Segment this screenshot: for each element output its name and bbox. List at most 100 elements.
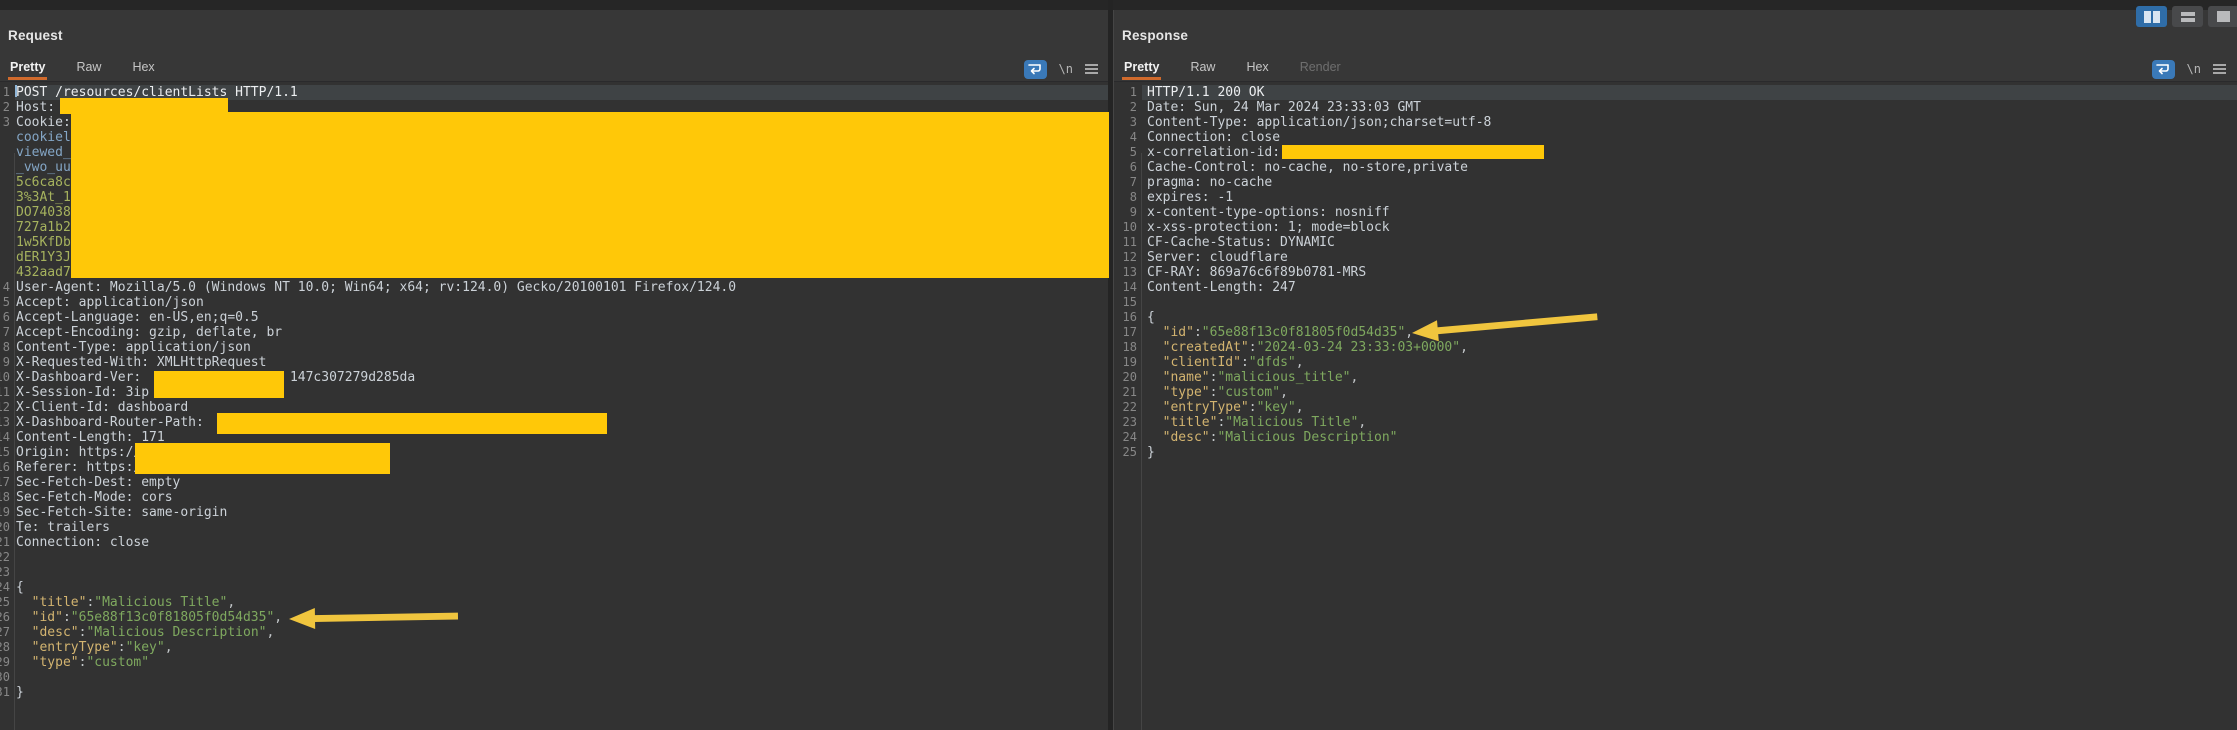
line-number: 24 bbox=[1114, 430, 1137, 445]
line-number: 30 bbox=[0, 670, 10, 685]
dashboard-ver-session-id-redaction bbox=[154, 371, 284, 398]
tab-raw[interactable]: Raw bbox=[1188, 60, 1217, 80]
code-line: 3Content-Type: application/json;charset=… bbox=[1114, 115, 2237, 130]
code-line: 7pragma: no-cache bbox=[1114, 175, 2237, 190]
burp-message-viewer: Request PrettyRawHex \n 1POST /resources… bbox=[0, 0, 2237, 730]
line-number: 1 bbox=[1114, 85, 1137, 100]
line-number: 25 bbox=[0, 595, 10, 610]
code-line: 25} bbox=[1114, 445, 2237, 460]
code-line: 26 "id":"65e88f13c0f81805f0d54d35", bbox=[0, 610, 1110, 625]
split-columns-button[interactable] bbox=[2136, 6, 2167, 27]
code-line: 11CF-Cache-Status: DYNAMIC bbox=[1114, 235, 2237, 250]
line-number: 13 bbox=[0, 415, 10, 430]
line-number: 5 bbox=[0, 295, 10, 310]
code-line: 13CF-RAY: 869a76c6f89b0781-MRS bbox=[1114, 265, 2237, 280]
code-line: 23 bbox=[0, 565, 1110, 580]
word-wrap-icon[interactable] bbox=[2152, 60, 2175, 79]
response-panel: Response Pretty Raw Hex Render \n 1HTTP/1.1… bbox=[1113, 10, 2237, 730]
line-number: 18 bbox=[1114, 340, 1137, 355]
code-line: 17 "id":"65e88f13c0f81805f0d54d35", bbox=[1114, 325, 2237, 340]
line-number: 13 bbox=[1114, 265, 1137, 280]
line-number: 8 bbox=[1114, 190, 1137, 205]
code-line: 16{ bbox=[1114, 310, 2237, 325]
line-number: 18 bbox=[0, 490, 10, 505]
correlation-id-redaction bbox=[1282, 145, 1544, 159]
code-line: 21Connection: close bbox=[0, 535, 1110, 550]
request-editor-icons: \n bbox=[1024, 58, 1098, 80]
line-number: 6 bbox=[0, 310, 10, 325]
code-line: 29 "type":"custom" bbox=[0, 655, 1110, 670]
line-number: 10 bbox=[0, 370, 10, 385]
response-tab-bar: Pretty Raw Hex Render bbox=[1122, 56, 1343, 80]
line-number: 9 bbox=[0, 355, 10, 370]
code-line: 9x-content-type-options: nosniff bbox=[1114, 205, 2237, 220]
line-number: 15 bbox=[0, 445, 10, 460]
code-line: 14Content-Length: 247 bbox=[1114, 280, 2237, 295]
code-line: 30 bbox=[0, 670, 1110, 685]
tab-hex[interactable]: Hex bbox=[1244, 60, 1270, 80]
word-wrap-icon[interactable] bbox=[1024, 60, 1047, 79]
line-number: 24 bbox=[0, 580, 10, 595]
single-pane-button[interactable] bbox=[2208, 6, 2237, 27]
response-panel-title: Response bbox=[1122, 28, 1188, 43]
line-number: 2 bbox=[0, 100, 10, 115]
code-line: 19Sec-Fetch-Site: same-origin bbox=[0, 505, 1110, 520]
code-line: 27 "desc":"Malicious Description", bbox=[0, 625, 1110, 640]
line-number: 5 bbox=[1114, 145, 1137, 160]
code-line: 24 "desc":"Malicious Description" bbox=[1114, 430, 2237, 445]
code-line: 6Accept-Language: en-US,en;q=0.5 bbox=[0, 310, 1110, 325]
line-number: 31 bbox=[0, 685, 10, 700]
line-number: 14 bbox=[0, 430, 10, 445]
code-line: 20Te: trailers bbox=[0, 520, 1110, 535]
code-line: 1HTTP/1.1 200 OK bbox=[1114, 85, 2237, 100]
code-line: 25 "title":"Malicious Title", bbox=[0, 595, 1110, 610]
code-line: 6Cache-Control: no-cache, no-store,priva… bbox=[1114, 160, 2237, 175]
editor-menu-icon[interactable] bbox=[2213, 64, 2226, 74]
line-number: 19 bbox=[1114, 355, 1137, 370]
line-number: 20 bbox=[1114, 370, 1137, 385]
top-toolbar bbox=[0, 0, 2237, 10]
tab-pretty[interactable]: Pretty bbox=[1122, 60, 1161, 80]
line-number: 15 bbox=[1114, 295, 1137, 310]
line-number: 25 bbox=[1114, 445, 1137, 460]
code-line: 8expires: -1 bbox=[1114, 190, 2237, 205]
line-number: 22 bbox=[0, 550, 10, 565]
code-line: 31} bbox=[0, 685, 1110, 700]
code-line: 28 "entryType":"key", bbox=[0, 640, 1110, 655]
code-line: 24{ bbox=[0, 580, 1110, 595]
newline-literal-icon[interactable]: \n bbox=[1059, 62, 1073, 76]
code-line: 17Sec-Fetch-Dest: empty bbox=[0, 475, 1110, 490]
line-number: 12 bbox=[0, 400, 10, 415]
code-line: 18 "createdAt":"2024-03-24 23:33:03+0000… bbox=[1114, 340, 2237, 355]
line-number: 27 bbox=[0, 625, 10, 640]
tab-hex[interactable]: Hex bbox=[130, 60, 156, 80]
code-line: 5Accept: application/json bbox=[0, 295, 1110, 310]
text-cursor bbox=[15, 85, 17, 97]
code-line: 4User-Agent: Mozilla/5.0 (Windows NT 10.… bbox=[0, 280, 1110, 295]
tab-raw[interactable]: Raw bbox=[74, 60, 103, 80]
line-number: 2 bbox=[1114, 100, 1137, 115]
response-editor[interactable]: 1HTTP/1.1 200 OK2Date: Sun, 24 Mar 2024 … bbox=[1114, 81, 2237, 730]
code-line: 21 "type":"custom", bbox=[1114, 385, 2237, 400]
line-number: 3 bbox=[1114, 115, 1137, 130]
line-number: 10 bbox=[1114, 220, 1137, 235]
line-number: 11 bbox=[1114, 235, 1137, 250]
code-line: 22 "entryType":"key", bbox=[1114, 400, 2237, 415]
tab-pretty[interactable]: Pretty bbox=[8, 60, 47, 80]
newline-literal-icon[interactable]: \n bbox=[2187, 62, 2201, 76]
editor-menu-icon[interactable] bbox=[1085, 64, 1098, 74]
code-line: 19 "clientId":"dfds", bbox=[1114, 355, 2237, 370]
code-line: 8Content-Type: application/json bbox=[0, 340, 1110, 355]
code-line: 12Server: cloudflare bbox=[1114, 250, 2237, 265]
tab-render: Render bbox=[1298, 60, 1343, 80]
line-number: 6 bbox=[1114, 160, 1137, 175]
code-line: 7Accept-Encoding: gzip, deflate, br bbox=[0, 325, 1110, 340]
response-editor-icons: \n bbox=[2152, 58, 2226, 80]
code-line: 2Date: Sun, 24 Mar 2024 23:33:03 GMT bbox=[1114, 100, 2237, 115]
split-rows-button[interactable] bbox=[2172, 6, 2203, 27]
line-number: 29 bbox=[0, 655, 10, 670]
code-line: 4Connection: close bbox=[1114, 130, 2237, 145]
line-number: 20 bbox=[0, 520, 10, 535]
line-number: 9 bbox=[1114, 205, 1137, 220]
line-number: 22 bbox=[1114, 400, 1137, 415]
